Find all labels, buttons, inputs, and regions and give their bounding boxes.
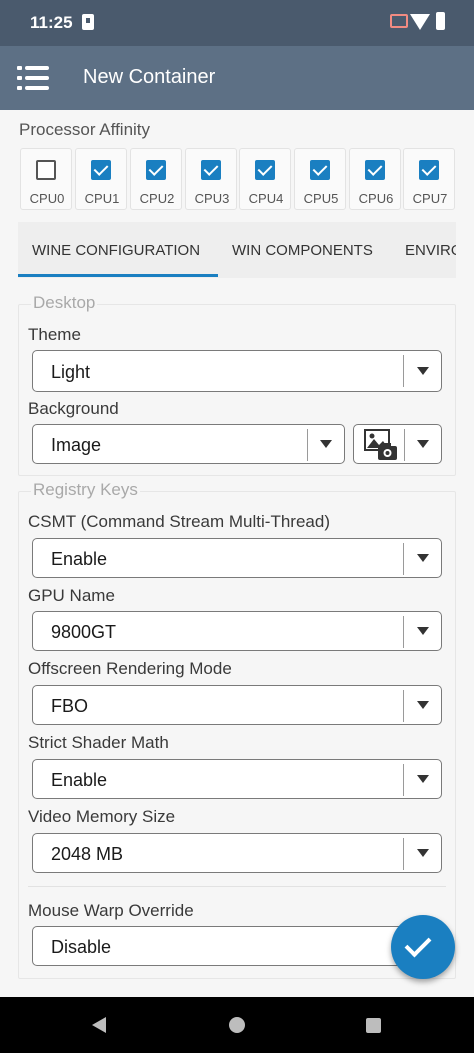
back-icon[interactable] <box>92 1017 106 1033</box>
confirm-button[interactable] <box>391 915 455 979</box>
desktop-legend: Desktop <box>31 293 98 313</box>
gpu-name-label: GPU Name <box>28 586 115 605</box>
dropdown-divider <box>403 838 404 870</box>
home-icon[interactable] <box>229 1017 245 1033</box>
csmt-value: Enable <box>51 549 108 569</box>
checkbox-checked-icon <box>419 160 439 180</box>
processor-affinity-list: CPU0 CPU1 CPU2 CPU3 CPU4 CPU5 CPU6 CPU7 <box>20 148 474 212</box>
registry-keys-legend: Registry Keys <box>31 480 140 500</box>
menu-icon[interactable] <box>17 66 49 92</box>
cpu-label: CPU0 <box>29 191 65 206</box>
dropdown-arrow-icon <box>417 701 429 709</box>
gpu-name-dropdown[interactable]: 9800GT <box>32 611 442 651</box>
cpu-checkbox-0[interactable]: CPU0 <box>20 148 72 210</box>
tab-win-components[interactable]: WIN COMPONENTS <box>232 242 373 259</box>
cpu-label: CPU5 <box>303 191 339 206</box>
cpu-checkbox-2[interactable]: CPU2 <box>130 148 182 210</box>
offscreen-rendering-dropdown[interactable]: FBO <box>32 685 442 725</box>
checkbox-checked-icon <box>365 160 385 180</box>
page-title: New Container <box>83 66 216 88</box>
sim-card-icon <box>82 14 94 30</box>
background-image-picker[interactable] <box>353 424 442 464</box>
dropdown-arrow-icon <box>417 849 429 857</box>
background-dropdown[interactable]: Image <box>32 424 345 464</box>
background-label: Background <box>28 399 119 418</box>
checkbox-unchecked-icon <box>36 160 56 180</box>
cpu-checkbox-5[interactable]: CPU5 <box>294 148 346 210</box>
status-time: 11:25 <box>30 13 73 32</box>
tab-environment[interactable]: ENVIRO <box>405 242 456 259</box>
cpu-label: CPU3 <box>194 191 230 206</box>
navigation-bar <box>0 997 474 1053</box>
offscreen-rendering-value: FBO <box>51 696 89 716</box>
video-memory-label: Video Memory Size <box>28 807 176 826</box>
offscreen-rendering-label: Offscreen Rendering Mode <box>28 659 232 678</box>
recents-icon[interactable] <box>366 1018 381 1033</box>
dropdown-divider <box>403 764 404 796</box>
mouse-warp-dropdown[interactable]: Disable <box>32 926 442 966</box>
tab-wine-configuration[interactable]: WINE CONFIGURATION <box>32 242 200 259</box>
checkbox-checked-icon <box>146 160 166 180</box>
mouse-warp-value: Disable <box>51 937 112 957</box>
dropdown-arrow-icon <box>417 775 429 783</box>
cpu-checkbox-6[interactable]: CPU6 <box>349 148 401 210</box>
dropdown-arrow-icon <box>417 367 429 375</box>
dropdown-arrow-icon <box>320 440 332 448</box>
dropdown-divider <box>403 616 404 648</box>
strict-shader-math-label: Strict Shader Math <box>28 733 169 752</box>
checkbox-checked-icon <box>255 160 275 180</box>
background-value: Image <box>51 435 102 455</box>
csmt-label: CSMT (Command Stream Multi-Thread) <box>28 512 330 531</box>
csmt-dropdown[interactable]: Enable <box>32 538 442 578</box>
gpu-name-value: 9800GT <box>51 622 117 642</box>
theme-value: Light <box>51 362 91 382</box>
cpu-checkbox-7[interactable]: CPU7 <box>403 148 455 210</box>
battery-icon <box>436 12 445 30</box>
wifi-icon <box>410 14 430 30</box>
dropdown-arrow-icon <box>417 440 429 448</box>
checkbox-checked-icon <box>201 160 221 180</box>
mouse-warp-label: Mouse Warp Override <box>28 901 194 920</box>
cpu-label: CPU2 <box>139 191 175 206</box>
dropdown-divider <box>404 429 405 461</box>
dropdown-divider <box>307 429 308 461</box>
video-memory-dropdown[interactable]: 2048 MB <box>32 833 442 873</box>
theme-label: Theme <box>28 325 81 344</box>
dropdown-divider <box>403 543 404 575</box>
dropdown-divider <box>403 690 404 722</box>
cpu-label: CPU4 <box>248 191 284 206</box>
settings-tabs: WINE CONFIGURATION WIN COMPONENTS ENVIRO <box>18 222 456 278</box>
checkbox-checked-icon <box>91 160 111 180</box>
cpu-checkbox-4[interactable]: CPU4 <box>239 148 291 210</box>
dropdown-divider <box>403 355 404 387</box>
check-icon <box>404 930 432 958</box>
processor-affinity-label: Processor Affinity <box>19 120 151 139</box>
checkbox-checked-icon <box>310 160 330 180</box>
cast-icon <box>390 14 408 28</box>
cpu-checkbox-1[interactable]: CPU1 <box>75 148 127 210</box>
cpu-label: CPU1 <box>84 191 120 206</box>
dropdown-arrow-icon <box>417 627 429 635</box>
theme-dropdown[interactable]: Light <box>32 350 442 392</box>
cpu-label: CPU7 <box>412 191 448 206</box>
status-bar: 11:25 <box>0 0 474 46</box>
divider <box>28 886 446 887</box>
strict-shader-math-dropdown[interactable]: Enable <box>32 759 442 799</box>
active-tab-indicator <box>18 274 218 277</box>
app-bar: New Container <box>0 46 474 110</box>
dropdown-arrow-icon <box>417 554 429 562</box>
strict-shader-math-value: Enable <box>51 770 108 790</box>
cpu-checkbox-3[interactable]: CPU3 <box>185 148 237 210</box>
cpu-label: CPU6 <box>358 191 394 206</box>
photo-camera-icon <box>364 429 397 460</box>
video-memory-value: 2048 MB <box>51 844 124 864</box>
